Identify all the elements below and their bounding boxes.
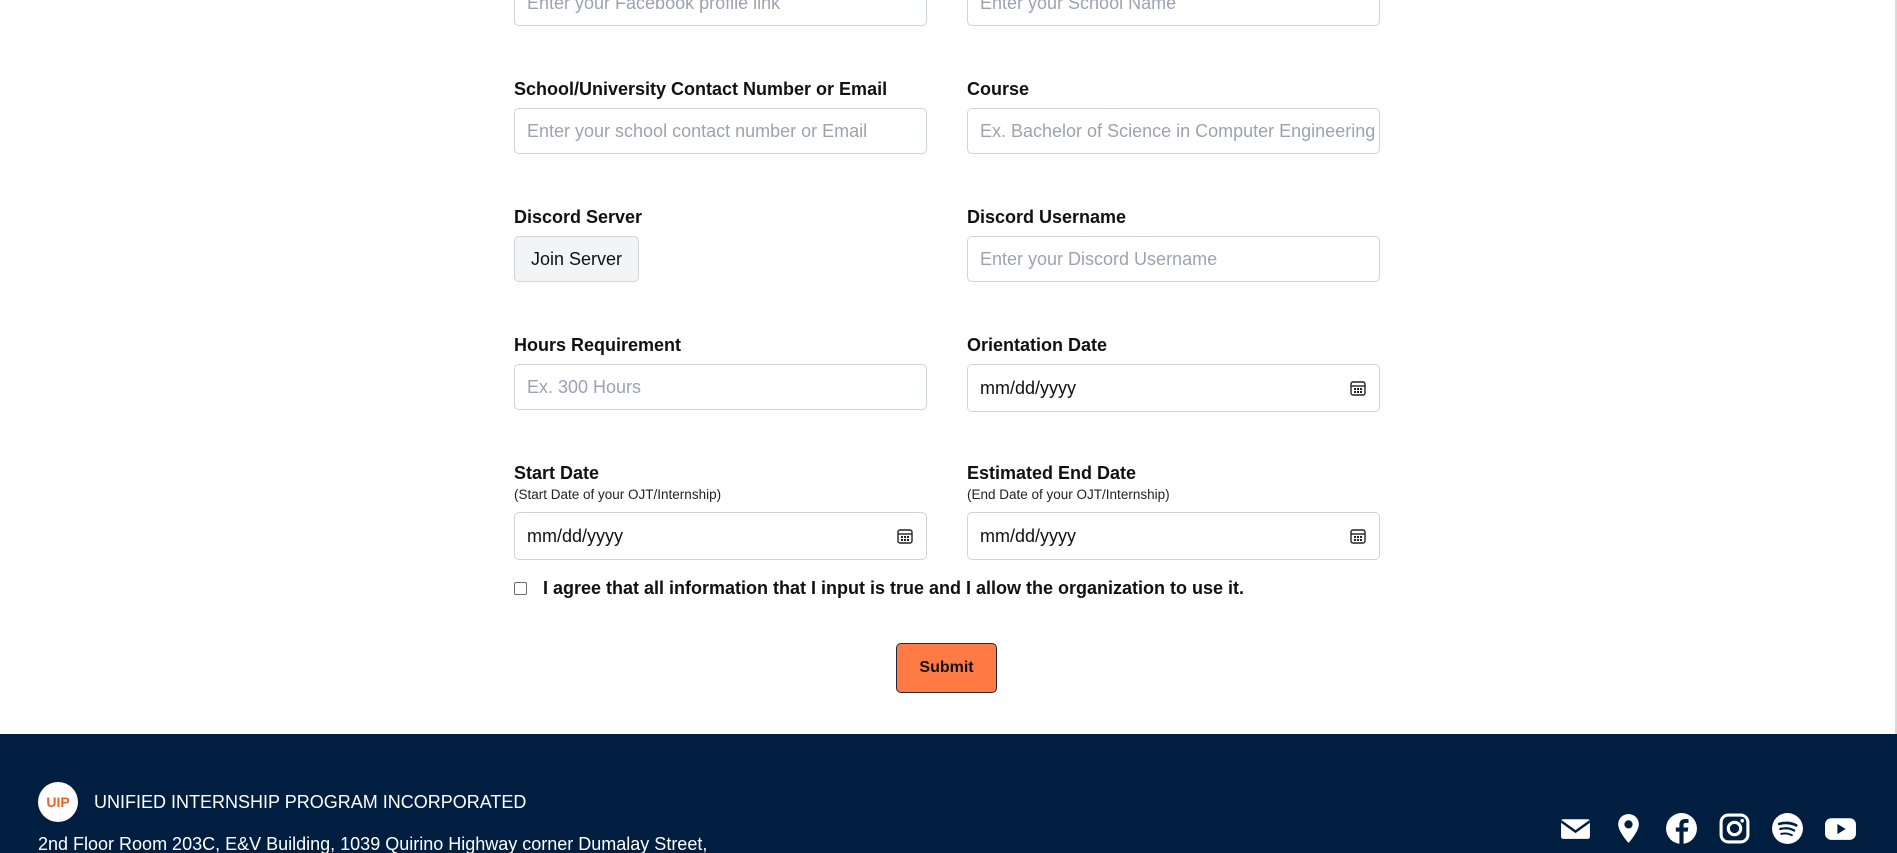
discord-username-field: Discord Username Enter your Discord User…	[967, 206, 1380, 282]
hours-placeholder: Ex. 300 Hours	[527, 376, 642, 397]
hours-label: Hours Requirement	[514, 335, 682, 355]
youtube-icon[interactable]	[1824, 812, 1857, 845]
hours-input[interactable]: Ex. 300 Hours	[514, 364, 927, 410]
school-contact-label: School/University Contact Number or Emai…	[514, 79, 888, 99]
calendar-icon[interactable]	[896, 527, 914, 545]
facebook-input[interactable]: Enter your Facebook profile link	[514, 0, 927, 26]
row-hours-orientation: Hours Requirement Ex. 300 Hours Orientat…	[514, 334, 1380, 412]
agreement-row: I agree that all information that I inpu…	[514, 578, 1244, 599]
company-logo: UIP	[38, 782, 78, 822]
end-date-sublabel: (End Date of your OJT/Internship)	[967, 487, 1170, 502]
end-date-field: Estimated End Date (End Date of your OJT…	[967, 462, 1380, 560]
orientation-date-input[interactable]: mm/dd/yyyy	[967, 364, 1380, 412]
school-name-field-wrapper: Enter your School Name	[967, 0, 1380, 26]
company-name: UNIFIED INTERNSHIP PROGRAM INCORPORATED	[94, 791, 527, 812]
orientation-date-value: mm/dd/yyyy	[980, 377, 1077, 398]
agreement-checkbox[interactable]	[514, 582, 527, 595]
course-field: Course Ex. Bachelor of Science in Comput…	[967, 78, 1380, 154]
course-label: Course	[967, 79, 1030, 99]
spotify-icon[interactable]	[1771, 812, 1804, 845]
social-links	[1559, 812, 1857, 845]
start-date-label: Start Date	[514, 463, 600, 483]
discord-username-placeholder: Enter your Discord Username	[980, 248, 1218, 269]
registration-form: Enter your Facebook profile link Enter y…	[514, 0, 1380, 560]
orientation-date-field: Orientation Date mm/dd/yyyy	[967, 334, 1380, 412]
facebook-field-wrapper: Enter your Facebook profile link	[514, 0, 927, 26]
footer: UIP UNIFIED INTERNSHIP PROGRAM INCORPORA…	[0, 734, 1897, 853]
school-contact-placeholder: Enter your school contact number or Emai…	[527, 120, 868, 141]
row-contact-course: School/University Contact Number or Emai…	[514, 78, 1380, 154]
course-input[interactable]: Ex. Bachelor of Science in Computer Engi…	[967, 108, 1380, 154]
row-discord: Discord Server Join Server Discord Usern…	[514, 206, 1380, 282]
school-name-placeholder: Enter your School Name	[980, 0, 1177, 13]
location-pin-icon[interactable]	[1612, 812, 1645, 845]
start-date-value: mm/dd/yyyy	[527, 525, 624, 546]
start-date-input[interactable]: mm/dd/yyyy	[514, 512, 927, 560]
discord-username-label: Discord Username	[967, 207, 1127, 227]
school-name-input[interactable]: Enter your School Name	[967, 0, 1380, 26]
company-address: 2nd Floor Room 203C, E&V Building, 1039 …	[38, 834, 708, 853]
school-contact-input[interactable]: Enter your school contact number or Emai…	[514, 108, 927, 154]
facebook-placeholder: Enter your Facebook profile link	[527, 0, 781, 13]
mail-icon[interactable]	[1559, 812, 1592, 845]
agreement-text: I agree that all information that I inpu…	[543, 578, 1245, 598]
submit-button[interactable]: Submit	[896, 643, 997, 693]
hours-field: Hours Requirement Ex. 300 Hours	[514, 334, 927, 412]
row-dates: Start Date (Start Date of your OJT/Inter…	[514, 462, 1380, 560]
discord-server-label: Discord Server	[514, 207, 643, 227]
instagram-icon[interactable]	[1718, 812, 1751, 845]
start-date-sublabel: (Start Date of your OJT/Internship)	[514, 487, 722, 502]
row-social-school: Enter your Facebook profile link Enter y…	[514, 0, 1380, 26]
school-contact-field: School/University Contact Number or Emai…	[514, 78, 927, 154]
calendar-icon[interactable]	[1349, 527, 1367, 545]
join-server-button[interactable]: Join Server	[514, 236, 640, 282]
end-date-value: mm/dd/yyyy	[980, 525, 1077, 546]
page: Enter your Facebook profile link Enter y…	[0, 0, 1897, 853]
discord-username-input[interactable]: Enter your Discord Username	[967, 236, 1380, 282]
logo-text: UIP	[46, 794, 70, 810]
start-date-field: Start Date (Start Date of your OJT/Inter…	[514, 462, 927, 560]
facebook-icon[interactable]	[1665, 812, 1698, 845]
calendar-icon[interactable]	[1349, 379, 1367, 397]
discord-server-field: Discord Server Join Server	[514, 206, 927, 282]
course-placeholder: Ex. Bachelor of Science in Computer Engi…	[980, 120, 1376, 141]
end-date-label: Estimated End Date	[967, 463, 1137, 483]
footer-brand: UIP UNIFIED INTERNSHIP PROGRAM INCORPORA…	[38, 782, 526, 822]
end-date-input[interactable]: mm/dd/yyyy	[967, 512, 1380, 560]
orientation-date-label: Orientation Date	[967, 335, 1108, 355]
